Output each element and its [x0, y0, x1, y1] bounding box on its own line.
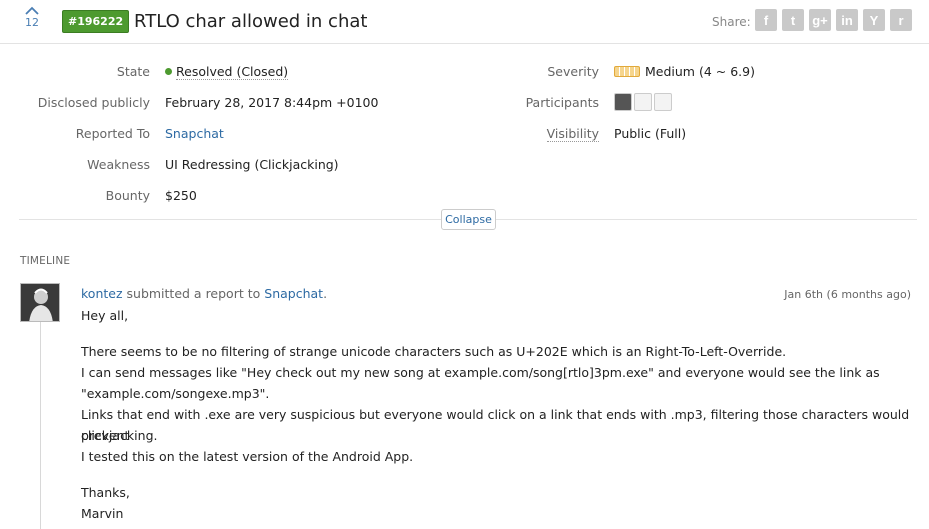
report-id-badge[interactable]: #196222: [62, 10, 130, 33]
event-period: .: [323, 286, 328, 301]
twitter-icon[interactable]: t: [782, 9, 804, 31]
chevron-up-icon: [25, 6, 39, 15]
state-label: State: [116, 64, 150, 79]
report-body-line: Marvin: [81, 506, 124, 521]
linkedin-icon[interactable]: in: [836, 9, 858, 31]
report-body-line: I can send messages like "Hey check out …: [81, 365, 880, 380]
weakness-row: Weakness UI Redressing (Clickjacking): [0, 157, 929, 177]
event-user-link[interactable]: kontez: [81, 286, 123, 301]
report-header: 12 #196222 RTLO char allowed in chat Sha…: [0, 0, 929, 44]
participants-row: Participants: [449, 93, 929, 115]
visibility-value: Public (Full): [614, 126, 687, 141]
report-body-line: "example.com/songexe.mp3".: [81, 386, 270, 401]
event-target-link[interactable]: Snapchat: [264, 286, 323, 301]
severity-meter-icon: [614, 66, 640, 77]
disclosed-label: Disclosed publicly: [37, 95, 150, 110]
timeline-line: [40, 322, 41, 529]
state-text: Resolved (Closed): [176, 64, 289, 80]
page-title: RTLO char allowed in chat: [134, 11, 368, 32]
share-label: Share:: [712, 15, 751, 29]
weakness-value: UI Redressing (Clickjacking): [165, 157, 339, 172]
event-timestamp[interactable]: Jan 6th (6 months ago): [784, 288, 911, 301]
report-body-line: clickjacking.: [81, 428, 158, 443]
upvote-button[interactable]: 12: [22, 6, 42, 29]
reported-to-link[interactable]: Snapchat: [165, 126, 224, 141]
avatar[interactable]: [20, 283, 60, 322]
report-body-line: I tested this on the latest version of t…: [81, 449, 414, 464]
visibility-label: Visibility: [449, 126, 599, 142]
vote-count: 12: [25, 16, 39, 29]
participants-avatars: [614, 93, 674, 111]
state-value: Resolved (Closed): [165, 64, 289, 80]
facebook-icon[interactable]: f: [755, 9, 777, 31]
report-body-line: Thanks,: [81, 485, 130, 500]
visibility-row: Visibility Public (Full): [449, 126, 929, 146]
google-plus-icon[interactable]: g+: [809, 9, 831, 31]
bounty-row: Bounty $250: [0, 188, 929, 208]
reddit-icon[interactable]: r: [890, 9, 912, 31]
hacker-news-icon[interactable]: Y: [863, 9, 885, 31]
visibility-label-text[interactable]: Visibility: [546, 126, 599, 142]
timeline-heading: TIMELINE: [20, 255, 71, 267]
participant-avatar[interactable]: [614, 93, 632, 111]
participant-avatar[interactable]: [634, 93, 652, 111]
severity-label: Severity: [547, 64, 599, 79]
report-body-line: There seems to be no filtering of strang…: [81, 344, 787, 359]
bounty-value: $250: [165, 188, 197, 203]
share-icons: f t g+ in Y r: [755, 9, 912, 31]
severity-value: Medium (4 ~ 6.9): [614, 64, 755, 79]
user-avatar-icon: [21, 284, 59, 321]
report-body-line: Hey all,: [81, 308, 129, 323]
timeline-event-header: kontez submitted a report to Snapchat.: [81, 286, 327, 301]
status-dot-icon: [165, 68, 172, 75]
reported-to-label: Reported To: [75, 126, 150, 141]
bounty-label: Bounty: [105, 188, 150, 203]
participants-label: Participants: [525, 95, 599, 110]
severity-text: Medium (4 ~ 6.9): [645, 64, 755, 79]
participant-avatar[interactable]: [654, 93, 672, 111]
event-action-text: submitted a report to: [126, 286, 261, 301]
disclosed-value: February 28, 2017 8:44pm +0100: [165, 95, 379, 110]
severity-row: Severity Medium (4 ~ 6.9): [449, 64, 929, 84]
weakness-label: Weakness: [87, 157, 150, 172]
collapse-button[interactable]: Collapse: [441, 209, 496, 230]
